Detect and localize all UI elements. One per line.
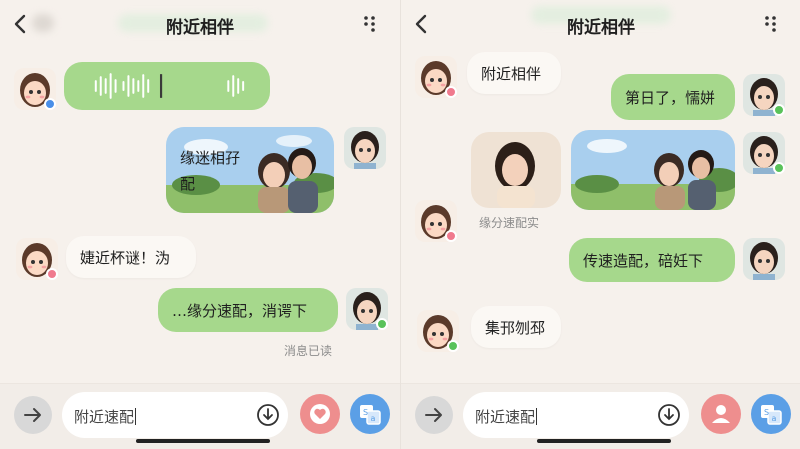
left-chat-screen: 附近相伴 缘迷相孖 配 婕近杯谜！沩 …缘分速配，消谔下 消息已读 附近速配 S…: [0, 0, 400, 449]
svg-text:S: S: [363, 408, 368, 417]
status-badge: [773, 104, 785, 116]
translate-icon[interactable]: Sa: [751, 394, 791, 434]
read-status: 消息已读: [284, 344, 333, 358]
heart-chat-icon[interactable]: [300, 394, 340, 434]
svg-text:S: S: [764, 408, 769, 417]
status-badge: [44, 98, 56, 110]
incoming-message-bubble[interactable]: 附近相伴: [467, 52, 561, 94]
home-indicator: [136, 439, 270, 443]
photo-caption: 缘分速配实: [479, 216, 540, 230]
message-input[interactable]: 附近速配: [463, 392, 689, 438]
input-value: 附近速配: [475, 408, 536, 426]
more-icon[interactable]: [360, 10, 382, 34]
arrow-right-icon[interactable]: [14, 396, 52, 434]
my-avatar[interactable]: [743, 238, 785, 280]
chat-header: 附近相伴: [401, 0, 800, 48]
outgoing-message-bubble[interactable]: 第日了，懦姘: [611, 74, 735, 120]
translate-icon[interactable]: Sa: [350, 394, 390, 434]
incoming-message-bubble[interactable]: 集邘刎邳: [471, 306, 561, 348]
message-input[interactable]: 附近速配: [62, 392, 288, 438]
voice-message-bubble[interactable]: [64, 62, 270, 110]
photo-message[interactable]: 缘迷相孖 配: [166, 127, 334, 213]
svg-text:a: a: [371, 414, 376, 423]
input-value: 附近速配: [74, 408, 135, 426]
right-chat-screen: 附近相伴 附近相伴 第日了，懦姘 缘分速配实 传速造配，碚妊下 集邘刎邳 附近速…: [400, 0, 800, 449]
person-icon[interactable]: [701, 394, 741, 434]
input-bar: 附近速配 Sa: [0, 383, 400, 449]
status-badge: [445, 230, 457, 242]
download-icon[interactable]: [657, 403, 681, 427]
page-title: 附近相伴: [166, 18, 234, 38]
input-bar: 附近速配 Sa: [401, 383, 800, 449]
image-overlay-text: 缘迷相孖 配: [180, 149, 241, 193]
svg-text:a: a: [772, 414, 777, 423]
status-badge: [773, 162, 785, 174]
outgoing-message-bubble[interactable]: 传速造配，碚妊下: [569, 238, 735, 282]
status-badge: [376, 318, 388, 330]
photo-message[interactable]: [471, 132, 561, 208]
photo-message[interactable]: [571, 130, 735, 210]
status-badge: [445, 86, 457, 98]
arrow-right-icon[interactable]: [415, 396, 453, 434]
outgoing-message-bubble[interactable]: …缘分速配，消谔下: [158, 288, 338, 332]
voice-waveform-icon: [94, 73, 245, 99]
my-avatar[interactable]: [344, 127, 386, 169]
download-icon[interactable]: [256, 403, 280, 427]
home-indicator: [537, 439, 671, 443]
chat-header: 附近相伴: [0, 0, 400, 48]
page-title: 附近相伴: [567, 18, 635, 38]
status-badge: [46, 268, 58, 280]
more-icon[interactable]: [761, 10, 783, 34]
incoming-message-bubble[interactable]: 婕近杯谜！沩: [66, 236, 196, 278]
status-badge: [447, 340, 459, 352]
